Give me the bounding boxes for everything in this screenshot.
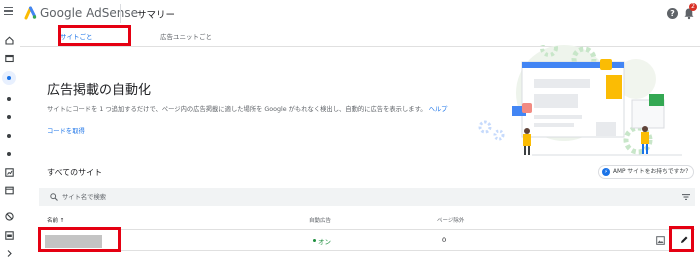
- nav-active-item[interactable]: [2, 71, 16, 85]
- nav-item[interactable]: [7, 115, 11, 119]
- page-exclusions-count: 0: [442, 236, 447, 244]
- sites-icon[interactable]: [5, 54, 14, 63]
- page-heading: サマリー: [137, 10, 176, 21]
- menu-icon[interactable]: [4, 7, 13, 16]
- search-icon: [50, 193, 58, 201]
- auto-ads-status: オン: [318, 238, 331, 246]
- highlight-box-tab: [58, 25, 131, 46]
- image-icon[interactable]: [656, 236, 665, 245]
- top-bar: Google AdSense サマリー ? 2: [0, 0, 700, 27]
- status-dot: [313, 239, 316, 242]
- nav-item[interactable]: [7, 97, 11, 101]
- auto-ads-illustration: [478, 45, 682, 156]
- notification-badge: 2: [689, 3, 697, 11]
- tab-by-ad-unit[interactable]: 広告ユニットごと: [160, 31, 212, 41]
- reports-icon[interactable]: [5, 168, 14, 177]
- block-icon[interactable]: [5, 212, 14, 221]
- highlight-box-edit: [669, 226, 694, 252]
- window-icon[interactable]: [5, 186, 14, 195]
- divider: [120, 4, 121, 23]
- search-input[interactable]: サイト名で検索: [62, 192, 106, 201]
- all-sites-title: すべてのサイト: [47, 168, 103, 177]
- app-title: Google AdSense: [40, 6, 138, 20]
- filter-icon[interactable]: [682, 194, 690, 200]
- chevron-right-icon[interactable]: [5, 249, 14, 258]
- payments-icon[interactable]: [5, 231, 14, 240]
- help-icon[interactable]: ?: [667, 8, 678, 19]
- auto-ads-description: サイトにコードを 1 つ追加するだけで、ページ内の広告掲載に適した場所を Goo…: [47, 104, 447, 113]
- amp-chip-label: AMP サイトをお持ちですか？: [613, 169, 692, 175]
- nav-item[interactable]: [7, 152, 11, 156]
- column-header-name[interactable]: 名前 ↑: [47, 216, 64, 224]
- description-text: サイトにコードを 1 つ追加するだけで、ページ内の広告掲載に適した場所を Goo…: [47, 106, 427, 113]
- auto-ads-title: 広告掲載の自動化: [47, 83, 152, 98]
- home-icon[interactable]: [5, 36, 14, 45]
- column-header-auto-ads: 自動広告: [309, 218, 332, 224]
- nav-item[interactable]: [7, 134, 11, 138]
- amp-icon: ⚡: [602, 168, 610, 176]
- adsense-logo-icon: [24, 6, 37, 20]
- column-header-page-exclusions: ページ除外: [437, 218, 465, 224]
- help-link[interactable]: ヘルプ: [429, 106, 448, 113]
- amp-sites-chip[interactable]: ⚡ AMP サイトをお持ちですか？: [598, 165, 694, 179]
- highlight-box-site-name: [38, 227, 121, 252]
- table-row[interactable]: オン 0: [39, 231, 695, 251]
- site-search-bar[interactable]: サイト名で検索: [39, 188, 695, 206]
- get-code-link[interactable]: コードを取得: [47, 126, 85, 135]
- sites-table-header: 名前 ↑ 自動広告 ページ除外: [39, 212, 695, 230]
- left-rail: [0, 27, 20, 258]
